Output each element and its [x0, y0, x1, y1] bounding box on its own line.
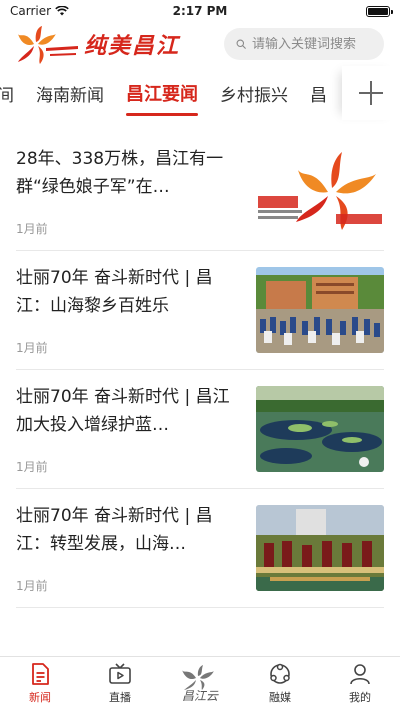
news-time: 1月前 [16, 579, 48, 593]
news-thumbnail [256, 148, 384, 234]
nav-label: 我的 [349, 691, 371, 704]
plus-icon [359, 81, 383, 105]
nav-label: 直播 [109, 691, 131, 704]
news-time: 1月前 [16, 460, 48, 474]
crowd-photo-image [256, 267, 384, 353]
news-title: 28年、338万株，昌江有一群“绿色娘子军”在… [16, 149, 224, 197]
wetland-photo-image [256, 386, 384, 472]
battery-icon [366, 5, 393, 17]
search-box[interactable] [224, 28, 384, 60]
tab-item[interactable]: 海南新闻 [36, 66, 104, 120]
news-time: 1月前 [16, 341, 48, 355]
news-item[interactable]: 壮丽70年 奋斗新时代 | 昌江：山海黎乡百姓乐 1月前 [16, 251, 384, 370]
tabs-scroll-area[interactable]: 时间 海南新闻 昌江要闻 乡村振兴 昌 [0, 66, 342, 120]
logo-card-image [256, 148, 384, 234]
news-list: 28年、338万株，昌江有一群“绿色娘子军”在… 1月前 壮丽70年 奋斗新时代… [16, 132, 384, 608]
search-input[interactable] [252, 36, 372, 52]
news-icon [32, 663, 49, 685]
header: 纯美昌江 [0, 22, 400, 66]
tv-icon [109, 663, 131, 684]
dance-photo-image [256, 505, 384, 591]
tab-item[interactable]: 乡村振兴 [220, 66, 288, 120]
media-icon [270, 663, 290, 684]
news-item[interactable]: 壮丽70年 奋斗新时代 | 昌江：转型发展，山海… 1月前 [16, 489, 384, 608]
bottom-nav: 新闻 直播 昌江云 融媒 我的 [0, 656, 400, 710]
flower-logo-icon [18, 26, 78, 64]
news-item[interactable]: 28年、338万株，昌江有一群“绿色娘子军”在… 1月前 [16, 132, 384, 251]
add-tab-button[interactable] [342, 66, 400, 120]
news-thumbnail [256, 267, 384, 353]
app-logo[interactable]: 纯美昌江 [16, 24, 180, 64]
news-item[interactable]: 壮丽70年 奋斗新时代 | 昌江加大投入增绿护蓝… 1月前 [16, 370, 384, 489]
news-thumbnail [256, 386, 384, 472]
nav-cloud[interactable]: 昌江云 [160, 664, 240, 704]
news-title: 壮丽70年 奋斗新时代 | 昌江加大投入增绿护蓝… [16, 387, 230, 435]
tab-item[interactable]: 时间 [0, 66, 14, 120]
tab-item-active[interactable]: 昌江要闻 [126, 66, 198, 120]
nav-media[interactable]: 融媒 [240, 662, 320, 705]
nav-label: 昌江云 [181, 688, 218, 703]
search-icon [236, 39, 246, 49]
status-bar: Carrier 2:17 PM [0, 0, 400, 22]
app-screen: Carrier 2:17 PM 纯美昌江 请输入关键词搜索 间 海南新闻 昌江要… [0, 0, 400, 710]
nav-profile[interactable]: 我的 [320, 662, 400, 705]
category-tabs: 时间 海南新闻 昌江要闻 乡村振兴 昌 [0, 66, 400, 120]
nav-live[interactable]: 直播 [80, 662, 160, 705]
news-title: 壮丽70年 奋斗新时代 | 昌江：转型发展，山海… [16, 506, 213, 554]
tab-item[interactable]: 昌 [310, 66, 327, 120]
nav-news[interactable]: 新闻 [0, 662, 80, 705]
news-thumbnail [256, 505, 384, 591]
news-title: 壮丽70年 奋斗新时代 | 昌江：山海黎乡百姓乐 [16, 268, 213, 316]
nav-label: 新闻 [29, 691, 51, 704]
person-icon [350, 664, 370, 685]
status-time: 2:17 PM [172, 4, 228, 18]
nav-label: 融媒 [269, 691, 291, 704]
news-time: 1月前 [16, 222, 48, 236]
logo-text: 纯美昌江 [84, 33, 181, 59]
